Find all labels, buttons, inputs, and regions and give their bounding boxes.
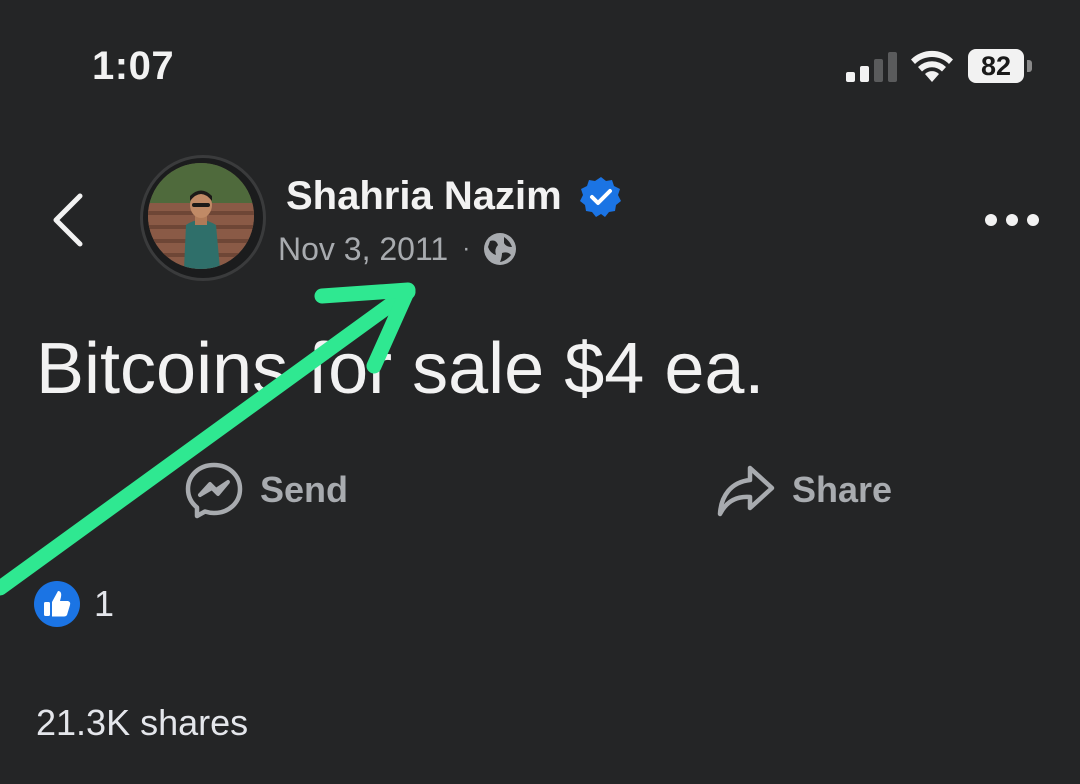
meta-separator: ·	[462, 235, 471, 262]
battery-nub	[1027, 60, 1032, 72]
share-button[interactable]: Share	[716, 460, 892, 520]
globe-icon	[484, 233, 517, 265]
send-button[interactable]: Send	[184, 460, 348, 520]
share-arrow-icon	[717, 465, 775, 517]
author-name[interactable]: Shahria Nazim	[286, 174, 562, 219]
signal-icon	[846, 52, 897, 82]
post-text: Bitcoins for sale $4 ea.	[36, 329, 765, 409]
verified-badge-icon	[580, 177, 621, 217]
like-reaction-icon	[34, 581, 80, 627]
wifi-icon	[911, 50, 953, 82]
post-date[interactable]: Nov 3, 2011	[278, 231, 448, 268]
post-meta: Nov 3, 2011 ·	[278, 228, 518, 270]
post-screen: 1:07 82 Shahria Nazim Nov 3, 2011 · Bitc…	[0, 0, 1080, 784]
status-time: 1:07	[92, 44, 175, 88]
back-chevron-icon[interactable]	[44, 190, 92, 250]
more-options-icon[interactable]	[982, 200, 1042, 240]
share-label: Share	[792, 469, 893, 510]
reactions-summary[interactable]: 1	[34, 580, 114, 628]
like-count: 1	[94, 583, 115, 624]
battery-icon: 82	[968, 49, 1032, 83]
avatar[interactable]	[148, 163, 254, 269]
send-label: Send	[260, 469, 349, 510]
shares-count[interactable]: 21.3K shares	[36, 702, 248, 744]
battery-level: 82	[980, 51, 1012, 81]
messenger-icon	[185, 462, 243, 519]
